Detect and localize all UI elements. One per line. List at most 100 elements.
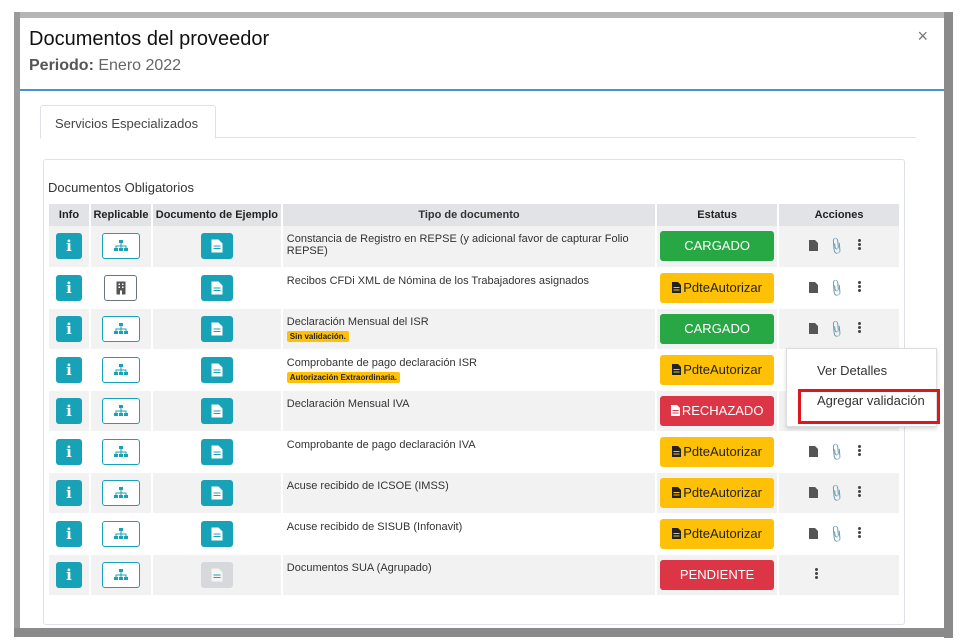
- table-row: i Recibos CFDi XML de Nómina de los Traba…: [49, 267, 901, 309]
- sitemap-icon[interactable]: [101, 520, 140, 547]
- info-cell: i: [49, 349, 91, 391]
- document-icon[interactable]: [200, 233, 233, 260]
- info-icon[interactable]: i: [55, 315, 82, 342]
- more-actions-icon[interactable]: [858, 444, 864, 457]
- info-icon[interactable]: i: [55, 520, 82, 547]
- document-type-cell: Declaración Mensual del ISR Sin validació…: [281, 308, 658, 350]
- file-icon[interactable]: [809, 322, 819, 337]
- document-type-cell: Comprobante de pago declaración ISR Autor…: [281, 349, 658, 391]
- document-type-cell: Comprobante de pago declaración IVA: [281, 431, 658, 473]
- period-label: Periodo:: [29, 57, 94, 74]
- sitemap-icon[interactable]: [101, 561, 140, 588]
- paperclip-icon[interactable]: 📎: [826, 441, 846, 461]
- highlight-box: [798, 389, 940, 424]
- status-button[interactable]: CARGADO: [660, 313, 775, 344]
- status-button[interactable]: PENDIENTE: [660, 559, 775, 590]
- status-button[interactable]: PdteAutorizar: [660, 477, 775, 508]
- status-cell: RECHAZADO: [656, 390, 780, 432]
- more-actions-icon[interactable]: [858, 238, 864, 251]
- tab-servicios-especializados[interactable]: Servicios Especializados: [40, 105, 216, 139]
- status-cell: PdteAutorizar: [656, 431, 780, 473]
- info-icon[interactable]: i: [55, 356, 82, 383]
- document-icon[interactable]: [200, 356, 233, 383]
- document-icon[interactable]: [200, 438, 233, 465]
- table-row: i Comprobante de pago declaración ISR Auto…: [49, 349, 901, 391]
- more-actions-icon[interactable]: [858, 526, 864, 539]
- more-actions-icon[interactable]: [858, 280, 864, 293]
- info-icon[interactable]: i: [55, 274, 82, 301]
- document-icon[interactable]: [200, 397, 233, 424]
- more-actions-icon[interactable]: [858, 485, 864, 498]
- screenshot-frame: Documentos del proveedor Periodo: Enero …: [0, 0, 961, 644]
- actions-cell: 📎: [778, 308, 901, 350]
- sitemap-icon[interactable]: [101, 233, 140, 260]
- document-type-label: Comprobante de pago declaración ISR: [286, 356, 477, 369]
- more-actions-icon[interactable]: [858, 321, 864, 334]
- file-icon[interactable]: [809, 445, 819, 460]
- document-type-cell: Declaración Mensual IVA: [281, 390, 658, 432]
- status-button[interactable]: PdteAutorizar: [660, 354, 775, 385]
- status-label: CARGADO: [684, 320, 750, 336]
- column-header-info: Info: [49, 204, 91, 226]
- sitemap-icon[interactable]: [101, 315, 140, 342]
- replicable-cell: [89, 349, 153, 391]
- card-title: Documentos Obligatorios: [48, 180, 194, 195]
- info-icon[interactable]: i: [55, 233, 82, 260]
- document-type-label: Documentos SUA (Agrupado): [286, 561, 432, 574]
- paperclip-icon[interactable]: 📎: [826, 236, 846, 256]
- info-cell: i: [49, 226, 91, 268]
- replicable-cell: [89, 308, 153, 350]
- actions-cell: 📎: [778, 267, 901, 309]
- status-button[interactable]: PdteAutorizar: [660, 272, 775, 303]
- status-label: PdteAutorizar: [683, 525, 762, 541]
- file-icon[interactable]: [809, 486, 819, 501]
- sitemap-icon[interactable]: [101, 479, 140, 506]
- sitemap-icon[interactable]: [101, 438, 140, 465]
- example-document-cell: [151, 390, 283, 432]
- example-document-cell: [151, 554, 283, 596]
- document-icon[interactable]: [200, 479, 233, 506]
- table-row: i Constancia de Registro en REPSE (y adic…: [49, 226, 901, 268]
- status-button[interactable]: PdteAutorizar: [660, 518, 775, 549]
- paperclip-icon[interactable]: 📎: [826, 277, 846, 297]
- status-button[interactable]: RECHAZADO: [660, 395, 775, 426]
- document-type-label: Declaración Mensual del ISR: [286, 315, 429, 328]
- status-button[interactable]: PdteAutorizar: [660, 436, 775, 467]
- file-icon[interactable]: [809, 527, 819, 542]
- info-cell: i: [49, 431, 91, 473]
- info-icon[interactable]: i: [55, 561, 82, 588]
- replicable-cell: [89, 472, 153, 514]
- info-icon[interactable]: i: [55, 438, 82, 465]
- status-badge: Sin validación.: [286, 330, 349, 342]
- info-cell: i: [49, 308, 91, 350]
- document-icon[interactable]: [200, 274, 233, 301]
- document-icon: [200, 561, 233, 588]
- replicable-cell: [89, 226, 153, 268]
- modal-title: Documentos del proveedor: [29, 28, 270, 50]
- document-icon[interactable]: [200, 520, 233, 547]
- status-cell: PdteAutorizar: [656, 267, 780, 309]
- period-line: Periodo: Enero 2022: [29, 57, 181, 75]
- file-icon[interactable]: [809, 240, 819, 254]
- column-header-status: Estatus: [656, 204, 780, 226]
- info-icon[interactable]: i: [55, 479, 82, 506]
- paperclip-icon[interactable]: 📎: [826, 318, 846, 338]
- status-cell: PdteAutorizar: [656, 513, 780, 555]
- paperclip-icon[interactable]: 📎: [826, 523, 846, 543]
- document-type-label: Recibos CFDi XML de Nómina de los Trabaj…: [286, 274, 590, 287]
- status-button[interactable]: CARGADO: [660, 231, 775, 262]
- file-icon[interactable]: [809, 281, 819, 296]
- document-icon[interactable]: [200, 315, 233, 342]
- documents-table: Info Replicable Documento de Ejemplo Tip…: [49, 204, 901, 596]
- paperclip-icon[interactable]: 📎: [826, 482, 846, 502]
- actions-cell: 📎: [778, 431, 901, 473]
- sitemap-icon[interactable]: [101, 397, 140, 424]
- sitemap-icon[interactable]: [101, 356, 140, 383]
- status-label: CARGADO: [684, 238, 750, 254]
- more-actions-icon[interactable]: [815, 567, 821, 580]
- menu-item-ver-detalles[interactable]: Ver Detalles: [817, 363, 887, 378]
- info-icon[interactable]: i: [55, 397, 82, 424]
- status-label: PENDIENTE: [679, 566, 755, 582]
- building-icon[interactable]: [104, 274, 138, 301]
- close-button[interactable]: ×: [917, 26, 928, 47]
